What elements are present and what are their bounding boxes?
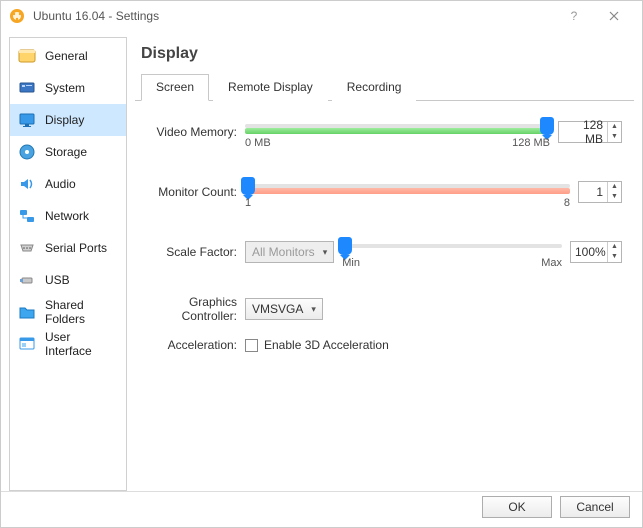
usb-icon <box>18 271 36 289</box>
sidebar-item-label: System <box>45 81 85 95</box>
sidebar-item-display[interactable]: Display <box>10 104 126 136</box>
sidebar-item-label: Audio <box>45 177 76 191</box>
scale-factor-label: Scale Factor: <box>135 245 245 259</box>
enable-3d-acceleration-label: Enable 3D Acceleration <box>264 338 389 352</box>
shared-folders-icon <box>18 303 36 321</box>
titlebar: Ubuntu 16.04 - Settings ? <box>1 1 642 31</box>
tab-screen[interactable]: Screen <box>141 74 209 101</box>
video-memory-tick-max: 128 MB <box>512 137 550 149</box>
sidebar-item-label: USB <box>45 273 70 287</box>
scale-factor-slider[interactable]: Min Max <box>342 235 562 269</box>
sidebar-item-usb[interactable]: USB <box>10 264 126 296</box>
ok-button[interactable]: OK <box>482 496 552 518</box>
spin-down-icon[interactable]: ▼ <box>608 192 621 202</box>
sidebar-item-network[interactable]: Network <box>10 200 126 232</box>
sidebar-item-label: Serial Ports <box>45 241 107 255</box>
scale-factor-tick-min: Min <box>342 257 360 269</box>
video-memory-label: Video Memory: <box>135 125 245 139</box>
scale-factor-spinbox[interactable]: 100% ▲▼ <box>570 241 622 263</box>
user-interface-icon <box>18 335 36 353</box>
sidebar-item-label: Network <box>45 209 89 223</box>
form-screen: Video Memory: 0 MB 128 MB 128 MB <box>135 101 634 373</box>
monitor-count-label: Monitor Count: <box>135 185 245 199</box>
serial-ports-icon <box>18 239 36 257</box>
graphics-controller-dropdown[interactable]: VMSVGA ▾ <box>245 298 323 320</box>
monitor-count-slider[interactable]: 1 8 <box>245 175 570 209</box>
spin-down-icon[interactable]: ▼ <box>608 252 621 262</box>
monitor-count-tick-min: 1 <box>245 197 251 209</box>
page-title: Display <box>135 37 634 73</box>
network-icon <box>18 207 36 225</box>
general-icon <box>18 47 36 65</box>
tabs: Screen Remote Display Recording <box>135 73 634 101</box>
sidebar-item-label: Shared Folders <box>45 298 118 326</box>
video-memory-spinbox[interactable]: 128 MB ▲▼ <box>558 121 622 143</box>
spin-up-icon[interactable]: ▲ <box>608 182 621 192</box>
cancel-button[interactable]: Cancel <box>560 496 630 518</box>
sidebar-item-system[interactable]: System <box>10 72 126 104</box>
display-icon <box>18 111 36 129</box>
spin-down-icon[interactable]: ▼ <box>608 132 621 142</box>
system-icon <box>18 79 36 97</box>
checkbox-icon <box>245 339 258 352</box>
monitor-count-tick-max: 8 <box>564 197 570 209</box>
footer: OK Cancel <box>1 491 642 521</box>
tab-remote-display[interactable]: Remote Display <box>213 74 328 101</box>
video-memory-tick-min: 0 MB <box>245 137 271 149</box>
monitor-count-value: 1 <box>579 185 607 199</box>
help-button[interactable]: ? <box>554 2 594 30</box>
sidebar-item-general[interactable]: General <box>10 40 126 72</box>
tab-recording[interactable]: Recording <box>332 74 417 101</box>
monitor-count-spinbox[interactable]: 1 ▲▼ <box>578 181 622 203</box>
sidebar-item-label: General <box>45 49 88 63</box>
scale-factor-tick-max: Max <box>541 257 562 269</box>
spin-up-icon[interactable]: ▲ <box>608 122 621 132</box>
sidebar-item-shared-folders[interactable]: Shared Folders <box>10 296 126 328</box>
enable-3d-acceleration-checkbox[interactable]: Enable 3D Acceleration <box>245 338 389 352</box>
graphics-controller-value: VMSVGA <box>252 302 303 316</box>
video-memory-value: 128 MB <box>559 118 607 146</box>
sidebar-item-storage[interactable]: Storage <box>10 136 126 168</box>
storage-icon <box>18 143 36 161</box>
video-memory-slider[interactable]: 0 MB 128 MB <box>245 115 550 149</box>
chevron-down-icon: ▾ <box>311 304 316 315</box>
audio-icon <box>18 175 36 193</box>
sidebar: General System Display Storage Audio Net… <box>9 37 127 491</box>
graphics-controller-label: Graphics Controller: <box>135 295 245 323</box>
acceleration-label: Acceleration: <box>135 338 245 352</box>
sidebar-item-label: Storage <box>45 145 87 159</box>
window-title: Ubuntu 16.04 - Settings <box>33 9 554 23</box>
content-pane: Display Screen Remote Display Recording … <box>135 37 634 491</box>
chevron-down-icon: ▾ <box>323 247 328 258</box>
sidebar-item-label: Display <box>45 113 84 127</box>
sidebar-item-serial-ports[interactable]: Serial Ports <box>10 232 126 264</box>
sidebar-item-label: User Interface <box>45 330 118 358</box>
sidebar-item-user-interface[interactable]: User Interface <box>10 328 126 360</box>
close-button[interactable] <box>594 2 634 30</box>
scale-factor-value: 100% <box>571 245 607 259</box>
scale-factor-monitors-dropdown[interactable]: All Monitors ▾ <box>245 241 334 263</box>
app-icon <box>9 8 25 24</box>
sidebar-item-audio[interactable]: Audio <box>10 168 126 200</box>
scale-factor-monitors-value: All Monitors <box>252 245 315 259</box>
spin-up-icon[interactable]: ▲ <box>608 242 621 252</box>
